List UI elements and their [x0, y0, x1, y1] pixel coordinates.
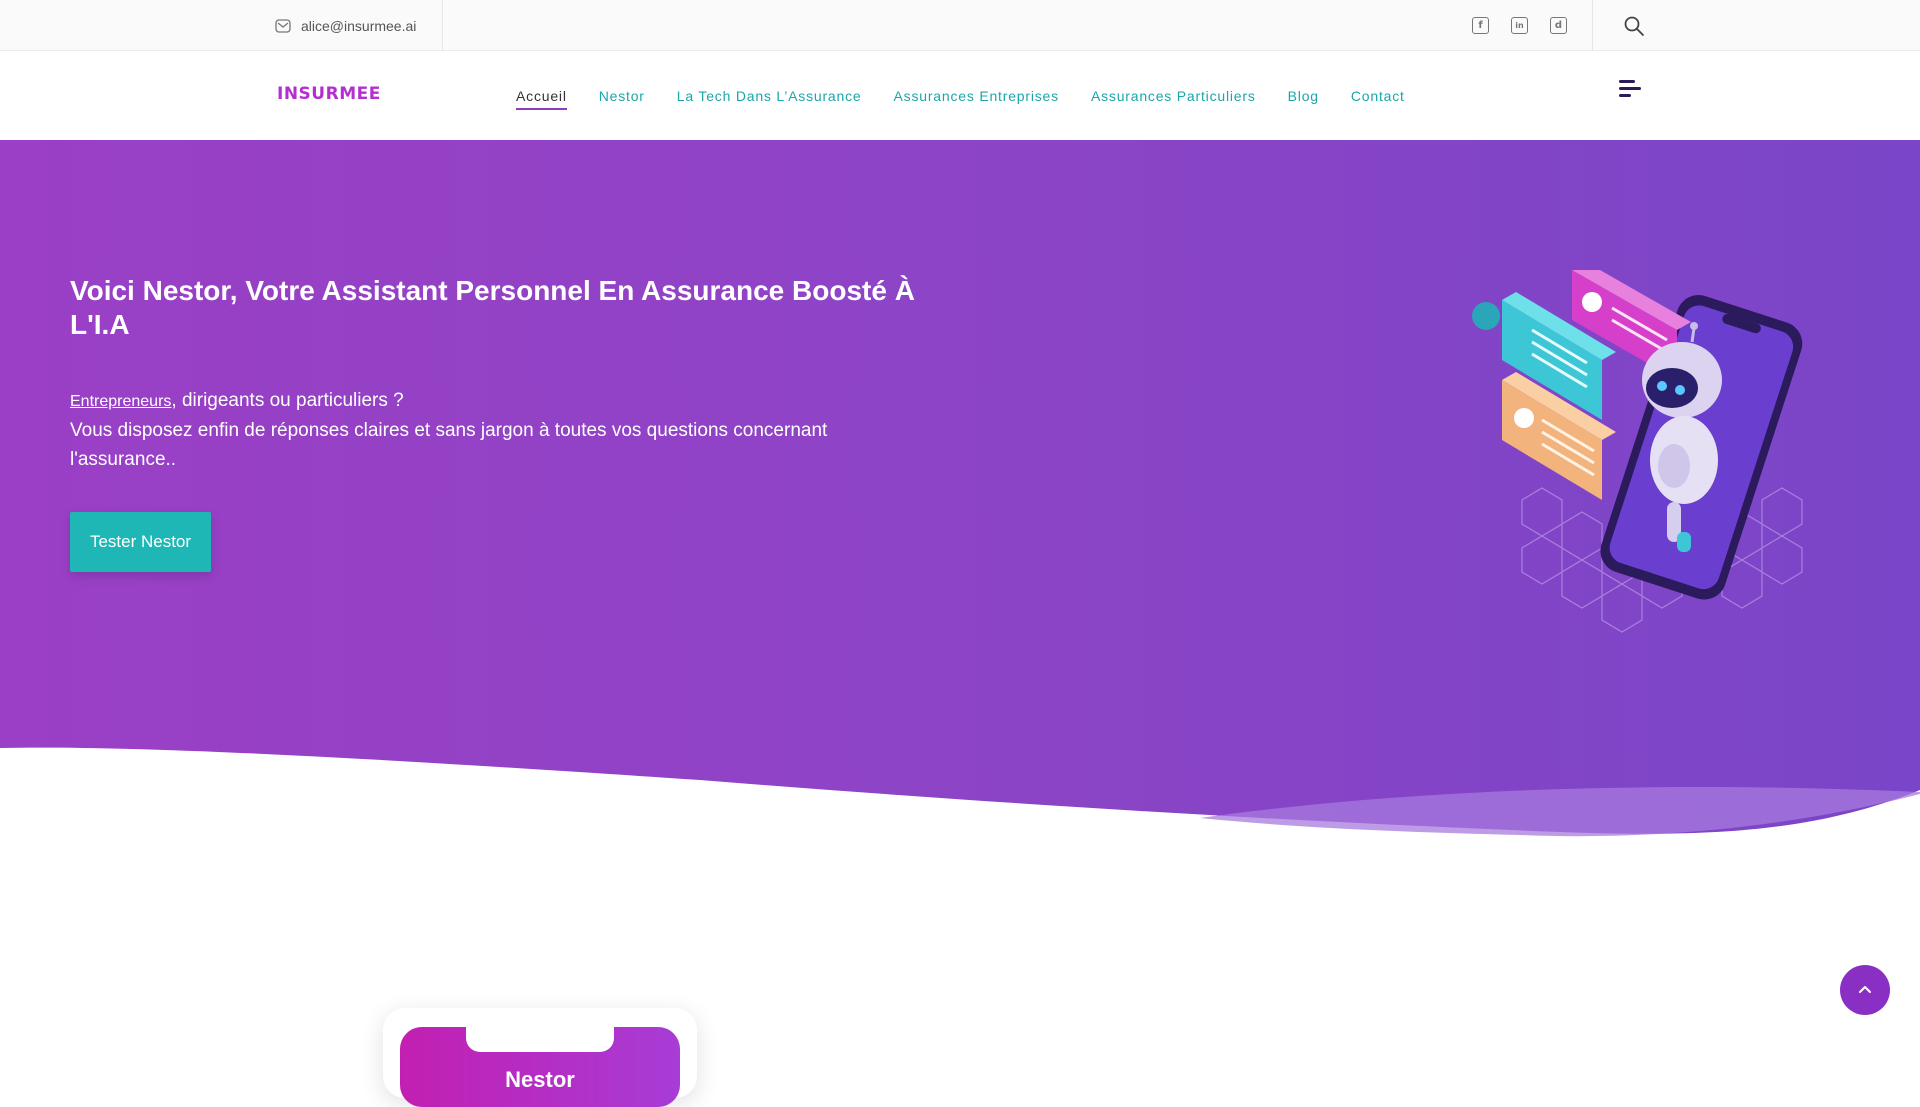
menu-icon[interactable] [1619, 80, 1641, 100]
robot-phone-illustration [1472, 270, 1803, 633]
contact-email-text: alice@insurmee.ai [301, 17, 417, 34]
website-icon[interactable]: d [1550, 17, 1567, 34]
lead-text-1: , dirigeants ou particuliers ? [171, 390, 404, 411]
social-links: f in d [1472, 0, 1567, 51]
nav-item-la-tech[interactable]: La Tech Dans L’Assurance [677, 82, 862, 110]
phone-notch [466, 1027, 614, 1052]
divider [1592, 0, 1593, 51]
chevron-up-icon [1859, 986, 1871, 993]
search-icon[interactable] [1623, 15, 1645, 37]
tester-nestor-button[interactable]: Tester Nestor [70, 512, 211, 572]
hero-lead: Entrepreneurs, dirigeants ou particulier… [70, 386, 910, 474]
nav-item-assurances-entreprises[interactable]: Assurances Entreprises [894, 82, 1059, 110]
lead-text-2: Vous disposez enfin de réponses claires … [70, 420, 828, 470]
top-bar: alice@insurmee.ai f in d [0, 0, 1920, 51]
nav-item-assurances-particuliers[interactable]: Assurances Particuliers [1091, 82, 1256, 110]
nav-item-blog[interactable]: Blog [1288, 82, 1319, 110]
hero-title: Voici Nestor, Votre Assistant Personnel … [70, 275, 915, 340]
main-nav: Accueil Nestor La Tech Dans L’Assurance … [516, 51, 1437, 140]
nav-item-contact[interactable]: Contact [1351, 82, 1405, 110]
site-logo[interactable]: INSURMEE [277, 84, 381, 104]
facebook-icon[interactable]: f [1472, 17, 1489, 34]
divider [442, 0, 443, 51]
nav-item-accueil[interactable]: Accueil [516, 82, 567, 110]
scroll-to-top-button[interactable] [1840, 965, 1890, 1015]
contact-email[interactable]: alice@insurmee.ai [275, 0, 416, 51]
phone-screen: Nestor [400, 1027, 680, 1107]
nav-item-nestor[interactable]: Nestor [599, 82, 645, 110]
card-title: Nestor [505, 1067, 575, 1092]
linkedin-icon[interactable]: in [1511, 17, 1528, 34]
entrepreneurs-link[interactable]: Entrepreneurs [70, 393, 171, 410]
mail-icon [275, 18, 291, 33]
main-header: INSURMEE Accueil Nestor La Tech Dans L’A… [0, 51, 1920, 140]
hero-section: Voici Nestor, Votre Assistant Personnel … [0, 140, 1920, 840]
nestor-phone-card: Nestor [383, 1008, 697, 1107]
